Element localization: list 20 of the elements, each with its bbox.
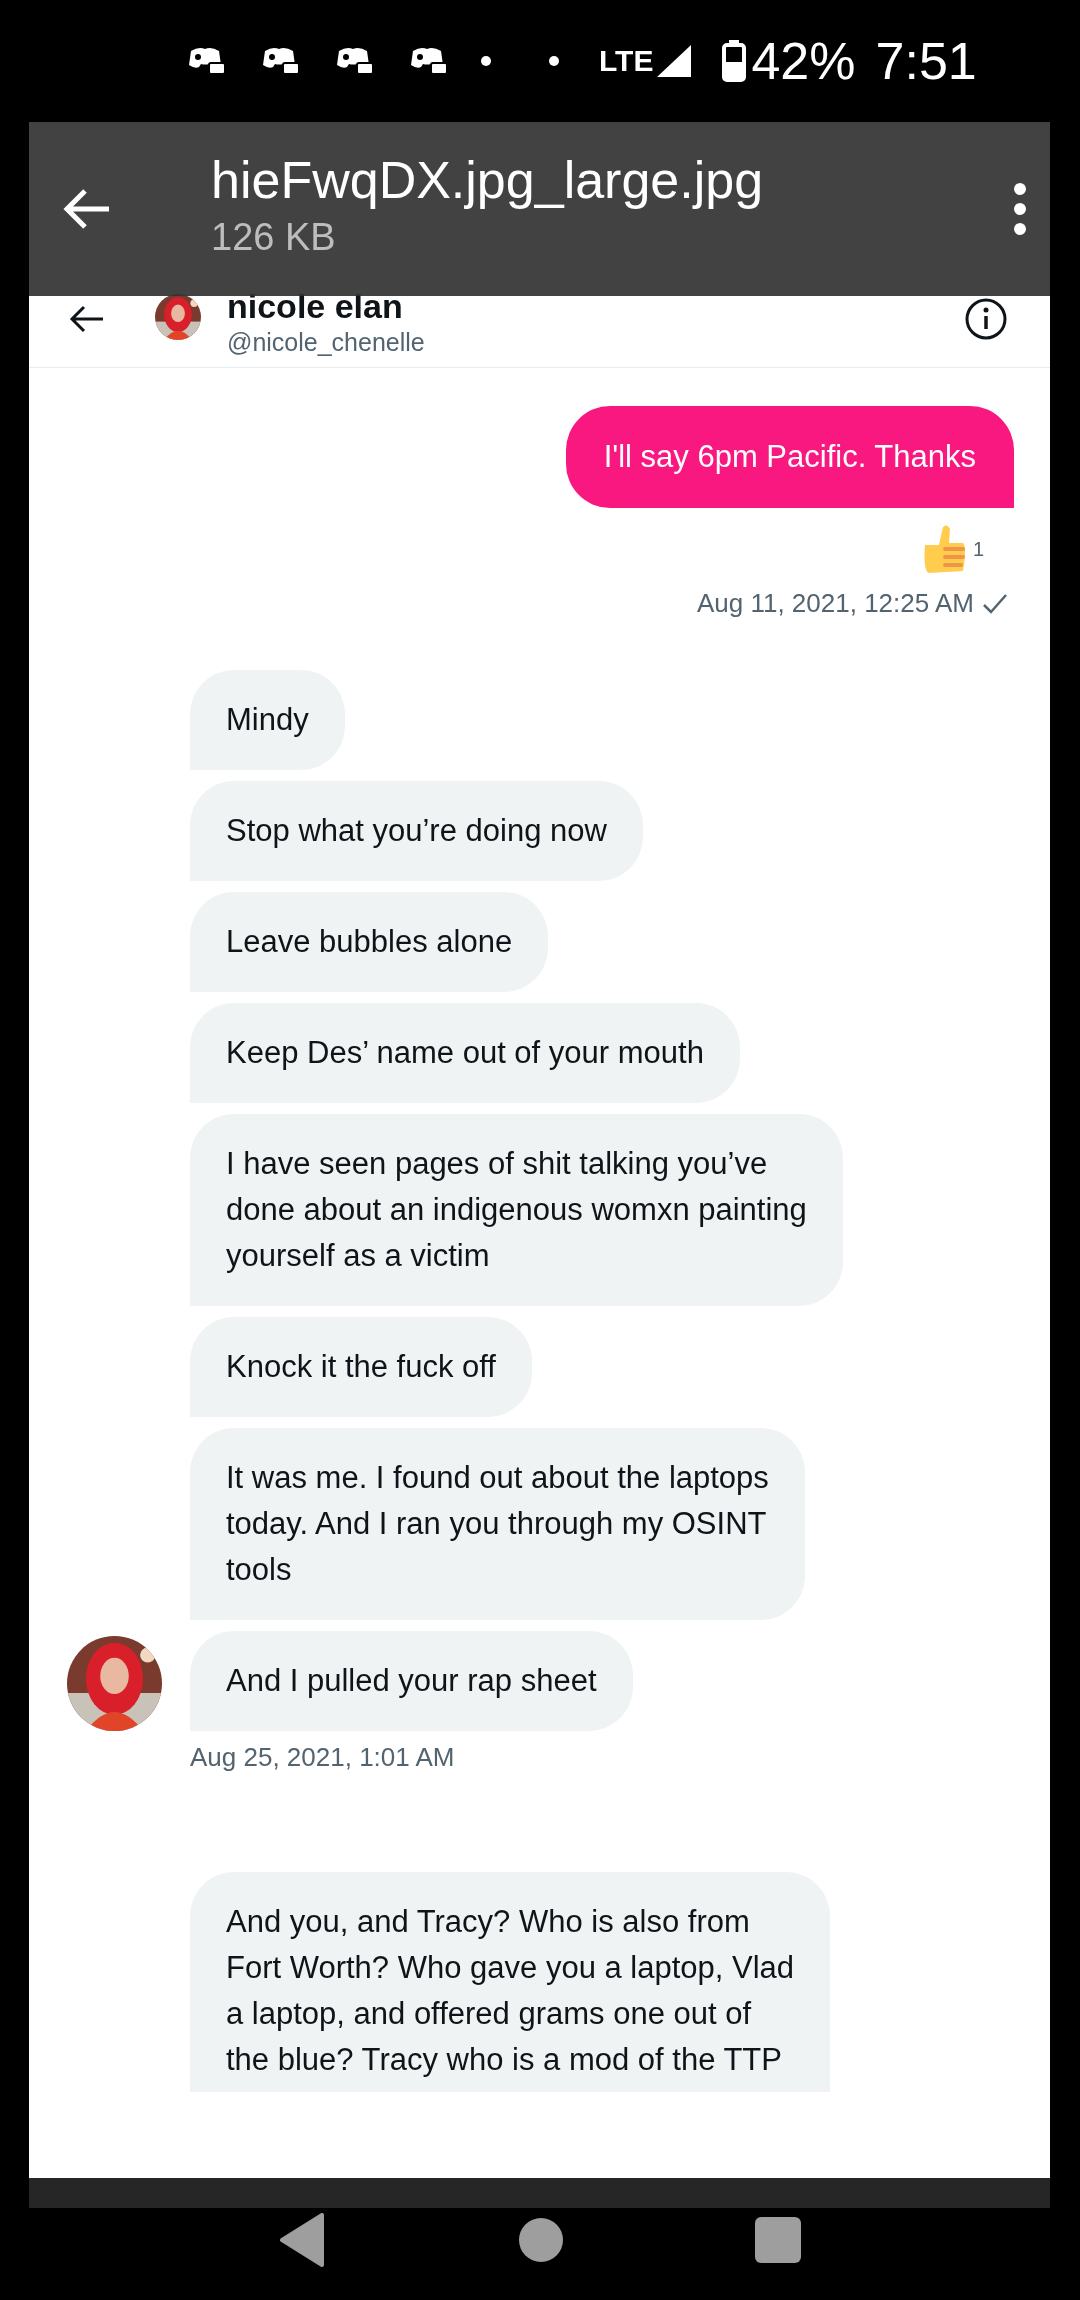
file-name: hieFwqDX.jpg_large.jpg [211, 149, 765, 210]
message-bubble: And you, and Tracy? Who is also from Fort Worth? Who gave you a laptop, Vlad a laptop, and offered grams one out of the blue? Tracy who is a mod of the TTP [190, 1872, 831, 2092]
battery-percent: 42% [751, 31, 856, 91]
message-bubble: Keep Des’ name out of your mouth [190, 1003, 740, 1103]
contact-handle: @nicole_chenelle [227, 328, 426, 357]
contact-name: nicole elan [227, 287, 404, 326]
message-bubble: I have seen pages of shit talking you’ve done about an indigenous womxn painting yourself as a victim [190, 1114, 843, 1306]
message-bubble: Stop what you’re doing now [190, 781, 643, 881]
message-bubble: I'll say 6pm Pacific. Thanks [565, 406, 1014, 508]
message-bubble: It was me. I found out about the laptops today. And I ran you through my OSINT tools [190, 1428, 805, 1620]
message-bubble: Mindy [190, 670, 345, 770]
message-bubble: And I pulled your rap sheet [190, 1631, 633, 1731]
timestamp: Aug 25, 2021, 1:01 AM [190, 1742, 455, 1773]
message-bubble: Leave bubbles alone [190, 892, 549, 992]
reaction-count: 1 [972, 537, 984, 561]
clock: 7:51 [875, 31, 977, 91]
message-bubble: Knock it the fuck off [190, 1317, 532, 1417]
timestamp: Aug 11, 2021, 12:25 AM [696, 588, 974, 619]
file-size: 126 KB [211, 215, 337, 259]
network-type: LTE [599, 44, 654, 78]
